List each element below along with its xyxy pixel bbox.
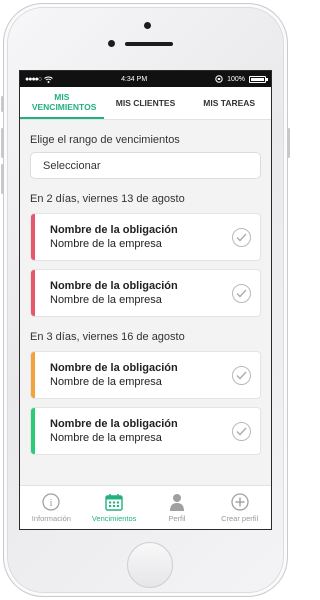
status-bar: ●●●●○ 4:34 PM 100%	[20, 71, 271, 87]
range-select-value: Seleccionar	[43, 159, 101, 172]
tab-mis-tareas[interactable]: MIS TAREAS	[187, 87, 271, 119]
check-icon[interactable]	[232, 365, 251, 385]
company-name: Nombre de la empresa	[50, 294, 162, 306]
obligation-card[interactable]: Nombre de la obligación Nombre de la emp…	[30, 269, 261, 317]
wifi-icon	[44, 76, 53, 83]
front-camera	[144, 22, 151, 29]
nav-label: Vencimientos	[91, 513, 137, 523]
battery-percent: 100%	[227, 75, 245, 83]
obligation-title: Nombre de la obligación	[50, 224, 178, 236]
tab-mis-clientes[interactable]: MIS CLIENTES	[104, 87, 188, 119]
priority-bar	[31, 352, 35, 398]
priority-bar	[31, 408, 35, 454]
nav-label: Perfil	[168, 513, 186, 523]
top-tabs: MIS VENCIMIENTOS MIS CLIENTES MIS TAREAS	[20, 87, 271, 120]
power-button	[287, 128, 290, 158]
range-label: Elige el rango de vencimientos	[30, 134, 180, 146]
earpiece-speaker	[125, 42, 173, 46]
company-name: Nombre de la empresa	[50, 432, 162, 444]
add-circle-icon	[230, 492, 249, 511]
nav-label: Crear perfil	[221, 513, 259, 523]
app-screen: ●●●●○ 4:34 PM 100% MIS VENCIMIENTOS MIS …	[19, 70, 272, 530]
nav-vencimientos[interactable]: Vencimientos	[83, 486, 146, 529]
volume-down-button	[1, 164, 4, 194]
priority-bar	[31, 214, 35, 260]
priority-bar	[31, 270, 35, 316]
nav-informacion[interactable]: i Información	[20, 486, 83, 529]
tab-label: MIS TAREAS	[203, 98, 256, 108]
obligation-title: Nombre de la obligación	[50, 280, 178, 292]
obligation-title: Nombre de la obligación	[50, 418, 178, 430]
check-icon[interactable]	[232, 283, 251, 303]
signal-strength: ●●●●○	[25, 75, 42, 83]
info-icon: i	[42, 492, 61, 511]
group-date-label: En 2 días, viernes 13 de agosto	[30, 193, 185, 205]
company-name: Nombre de la empresa	[50, 376, 162, 388]
mute-switch	[1, 96, 4, 112]
user-icon	[169, 493, 184, 511]
obligation-title: Nombre de la obligación	[50, 362, 178, 374]
check-icon[interactable]	[232, 227, 251, 247]
main-content: Elige el rango de vencimientos Seleccion…	[20, 134, 271, 455]
home-button[interactable]	[127, 542, 173, 588]
status-time: 4:34 PM	[121, 75, 148, 83]
group-date-label: En 3 días, viernes 16 de agosto	[30, 331, 185, 343]
check-icon[interactable]	[232, 421, 251, 441]
company-name: Nombre de la empresa	[50, 238, 162, 250]
range-select[interactable]: Seleccionar	[30, 152, 261, 179]
nav-perfil[interactable]: Perfil	[146, 486, 209, 529]
nav-crear-perfil[interactable]: Crear perfil	[208, 486, 271, 529]
nav-label: Información	[31, 513, 71, 523]
svg-text:i: i	[50, 497, 53, 509]
obligation-card[interactable]: Nombre de la obligación Nombre de la emp…	[30, 213, 261, 261]
orientation-lock-icon	[215, 75, 223, 83]
obligation-card[interactable]: Nombre de la obligación Nombre de la emp…	[30, 407, 261, 455]
bottom-nav: i Información Vencimientos Perfil Crear …	[20, 485, 271, 529]
tab-label: MIS CLIENTES	[115, 98, 176, 108]
obligation-card[interactable]: Nombre de la obligación Nombre de la emp…	[30, 351, 261, 399]
tab-label: MIS VENCIMIENTOS	[31, 92, 97, 112]
calendar-icon	[105, 493, 123, 511]
volume-up-button	[1, 128, 4, 158]
tab-mis-vencimientos[interactable]: MIS VENCIMIENTOS	[20, 87, 104, 119]
battery-icon	[249, 75, 268, 83]
proximity-sensor	[108, 40, 115, 47]
